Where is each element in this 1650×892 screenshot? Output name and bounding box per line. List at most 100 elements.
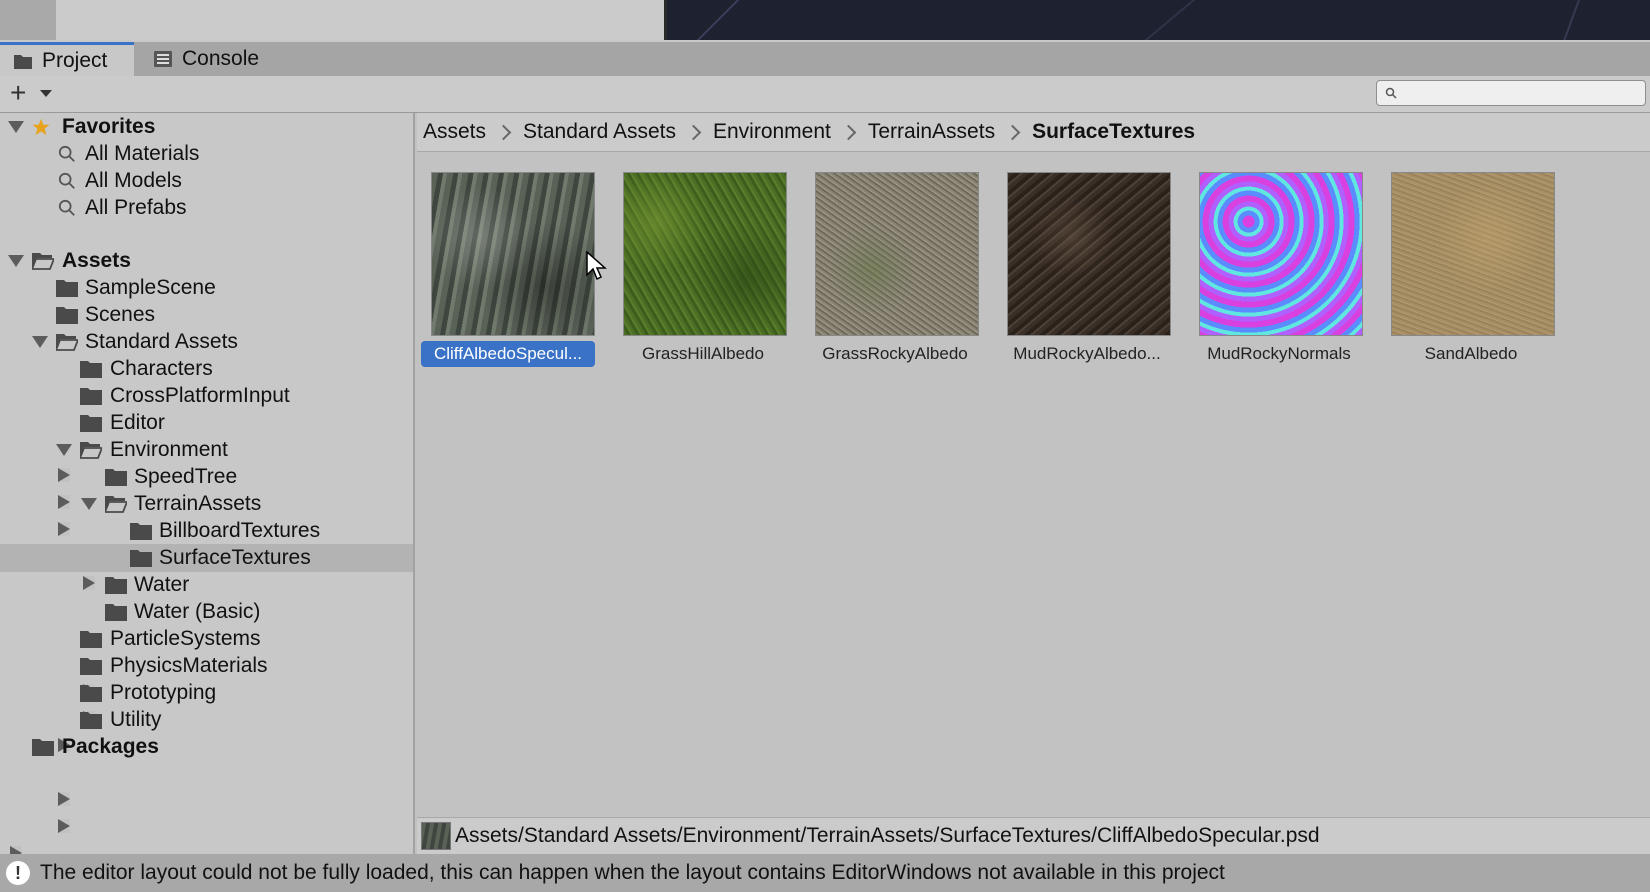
collapse-arrow-icon[interactable] [58, 792, 70, 806]
folder-icon [130, 550, 152, 567]
tree-item-standard-assets[interactable]: Standard Assets [0, 328, 413, 356]
texture-thumbnail[interactable] [431, 172, 595, 336]
folder-open-icon [32, 253, 54, 270]
tree-item-water[interactable]: Water [0, 571, 413, 698]
texture-thumbnail[interactable] [815, 172, 979, 336]
tree-assets[interactable]: Assets [0, 247, 413, 275]
chevron-right-icon [840, 124, 857, 140]
add-button[interactable]: + [10, 78, 26, 108]
tree-item-particlesystems[interactable]: ParticleSystems [0, 625, 413, 752]
tree-item-billboardtextures[interactable]: BillboardTextures [0, 517, 413, 545]
tab-console-label: Console [182, 47, 260, 70]
tree-favorites-label: Favorites [62, 115, 156, 138]
tree-packages-label: Packages [62, 735, 159, 758]
tab-bar: Project Console [0, 42, 1650, 77]
tree-item-samplescene[interactable]: SampleScene [0, 274, 413, 302]
folder-icon [80, 361, 102, 378]
chevron-right-icon [685, 124, 702, 140]
tree-packages[interactable]: Packages [0, 733, 413, 860]
folder-icon [32, 739, 54, 756]
warning-icon: ! [6, 861, 30, 885]
tree-item-utility[interactable]: Utility [0, 706, 413, 833]
tree-item-editor[interactable]: Editor [0, 409, 413, 536]
asset-name: MudRockyNormals [1207, 344, 1351, 363]
tree-item-speedtree[interactable]: SpeedTree [0, 463, 413, 590]
tab-project[interactable]: Project [0, 42, 134, 76]
expand-arrow-icon[interactable] [8, 255, 24, 267]
expand-arrow-icon[interactable] [56, 444, 72, 456]
folder-icon [105, 604, 127, 621]
search-icon [1385, 87, 1397, 99]
tree-item-label: SampleScene [85, 276, 216, 299]
top-left-block [0, 0, 56, 40]
tree-item-all-models[interactable]: All Models [0, 167, 413, 195]
status-message: The editor layout could not be fully loa… [40, 861, 1225, 884]
project-toolbar: + [0, 76, 1650, 113]
tree-item-surfacetextures[interactable]: SurfaceTextures [0, 544, 413, 572]
expand-arrow-icon[interactable] [8, 121, 24, 133]
tree-item-all-materials[interactable]: All Materials [0, 140, 413, 168]
asset-browser-panel[interactable]: Assets Standard Assets Environment Terra… [417, 113, 1650, 854]
folder-icon [80, 631, 102, 648]
texture-thumbnail[interactable] [1199, 172, 1363, 336]
tree-item-scenes[interactable]: Scenes [0, 301, 413, 329]
folder-icon [56, 307, 78, 324]
tree-item-label: Editor [110, 411, 165, 434]
asset-thumbnail-icon [421, 822, 451, 850]
tree-item-crossplatforminput[interactable]: CrossPlatformInput [0, 382, 413, 509]
texture-thumbnail[interactable] [1391, 172, 1555, 336]
top-strip [0, 0, 1650, 42]
tree-item-label: CrossPlatformInput [110, 384, 290, 407]
tree-item-label: Prototyping [110, 681, 217, 704]
star-icon [32, 118, 50, 136]
tab-console[interactable]: Console [140, 42, 290, 76]
tree-item-label: ParticleSystems [110, 627, 261, 650]
asset-name: CliffAlbedoSpecul... [421, 341, 595, 367]
selected-asset-path: Assets/Standard Assets/Environment/Terra… [455, 824, 1320, 847]
folder-icon [80, 685, 102, 702]
breadcrumb-item[interactable]: TerrainAssets [868, 120, 995, 144]
tree-item-all-prefabs[interactable]: All Prefabs [0, 194, 413, 222]
console-icon [154, 51, 172, 67]
chevron-right-icon [495, 124, 512, 140]
collapse-arrow-icon[interactable] [58, 819, 70, 833]
asset-name: GrassHillAlbedo [642, 344, 764, 363]
search-icon [58, 199, 75, 216]
status-bar[interactable]: ! The editor layout could not be fully l… [0, 854, 1650, 892]
folder-icon [56, 280, 78, 297]
folder-open-icon [105, 496, 127, 513]
breadcrumb-item[interactable]: Environment [713, 120, 831, 144]
tree-item-physicsmaterials[interactable]: PhysicsMaterials [0, 652, 413, 680]
tree-favorites[interactable]: Favorites [0, 113, 413, 141]
folder-icon [80, 658, 102, 675]
folder-open-icon [80, 442, 102, 459]
breadcrumb-item[interactable]: Assets [423, 120, 486, 144]
texture-thumbnail[interactable] [623, 172, 787, 336]
tree-item-environment[interactable]: Environment [0, 436, 413, 464]
search-input[interactable] [1376, 80, 1646, 106]
tab-project-label: Project [42, 48, 108, 72]
search-icon [58, 145, 75, 162]
tree-item-terrainassets[interactable]: TerrainAssets [0, 490, 413, 518]
breadcrumb-item[interactable]: Standard Assets [523, 120, 676, 144]
tree-item-label: All Materials [85, 142, 200, 165]
breadcrumb-current[interactable]: SurfaceTextures [1032, 120, 1195, 144]
expand-arrow-icon[interactable] [81, 498, 97, 510]
tree-item-label: Characters [110, 357, 213, 380]
tree-item-label: Water (Basic) [134, 600, 261, 623]
tree-item-characters[interactable]: Characters [0, 355, 413, 482]
asset-name: MudRockyAlbedo... [1013, 344, 1161, 363]
tree-item-prototyping[interactable]: Prototyping [0, 679, 413, 806]
expand-arrow-icon[interactable] [32, 336, 48, 348]
folder-icon [105, 577, 127, 594]
scene-view-preview[interactable] [667, 0, 1650, 40]
tree-item-label: Utility [110, 708, 162, 731]
folder-icon [80, 712, 102, 729]
tree-item-label: Water [134, 573, 190, 596]
folder-icon [14, 54, 32, 69]
texture-thumbnail[interactable] [1007, 172, 1171, 336]
project-tree-panel[interactable]: Favorites All Materials All Models All P… [0, 113, 415, 860]
tree-item-water-basic[interactable]: Water (Basic) [0, 598, 413, 725]
add-dropdown-icon[interactable] [40, 90, 52, 97]
breadcrumb: Assets Standard Assets Environment Terra… [417, 113, 1650, 152]
